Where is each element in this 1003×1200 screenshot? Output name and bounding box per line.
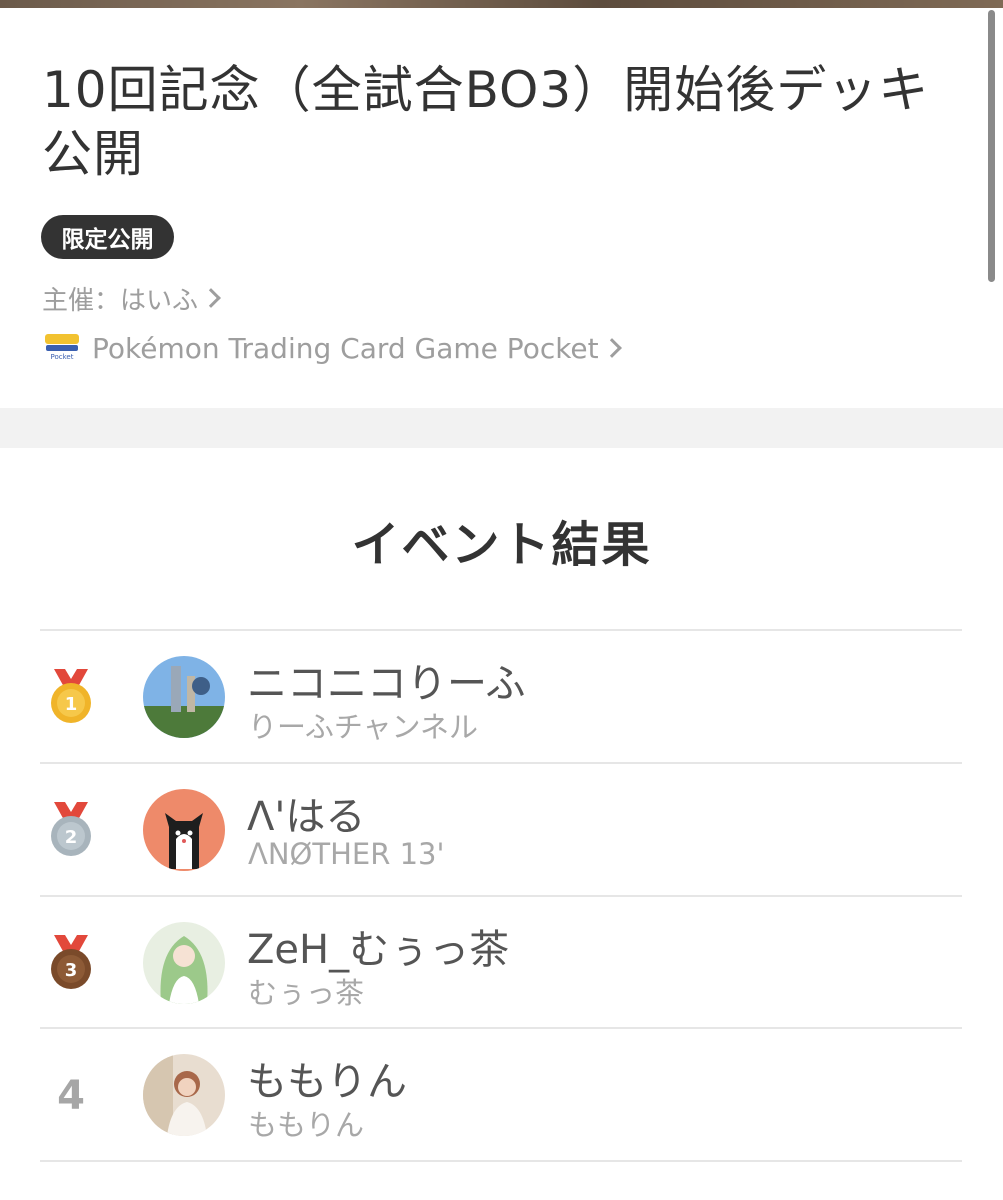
player-name: ZeH_むぅっ茶: [247, 927, 510, 973]
game-logo-icon: Pocket: [42, 328, 82, 368]
organizer-link[interactable]: 主催：はいふ: [42, 280, 222, 316]
avatar[interactable]: [143, 789, 225, 871]
avatar[interactable]: [143, 1054, 225, 1136]
chevron-right-icon: [601, 338, 622, 358]
player-team: りーふチャンネル: [248, 710, 478, 744]
header-image-strip: [0, 0, 1003, 8]
game-link[interactable]: Pocket Pokémon Trading Card Game Pocket: [42, 328, 623, 368]
silver-medal-icon: 2: [51, 802, 91, 856]
results-heading: イベント結果: [351, 517, 652, 573]
avatar[interactable]: [143, 656, 225, 738]
player-team: むぅっ茶: [248, 976, 365, 1010]
player-team: ももりん: [248, 1108, 365, 1142]
rank-number: 4: [57, 1073, 85, 1119]
result-row[interactable]: 4 ももりん ももりん: [40, 1029, 962, 1161]
organizer-label: 主催：はいふ: [42, 285, 199, 316]
result-row[interactable]: 2 Λ'はる ΛNØTHER 13': [40, 764, 962, 896]
row-divider: [40, 1160, 962, 1162]
svg-text:1: 1: [65, 694, 78, 715]
scrollbar[interactable]: [988, 10, 995, 282]
game-label: Pokémon Trading Card Game Pocket: [92, 331, 599, 365]
result-row[interactable]: 1 ニコニコりーふ りーふチャンネル: [40, 631, 962, 763]
player-name: ニコニコりーふ: [247, 661, 526, 707]
player-team: ΛNØTHER 13': [248, 837, 445, 871]
player-name: ももりん: [247, 1059, 407, 1105]
gold-medal-icon: 1: [51, 669, 91, 723]
event-page: 10回記念（全試合BO3）開始後デッキ公開 限定公開 主催：はいふ Pocket…: [0, 0, 1003, 1200]
svg-text:2: 2: [65, 827, 78, 848]
player-name: Λ'はる: [247, 794, 366, 840]
event-title: 10回記念（全試合BO3）開始後デッキ公開: [42, 61, 930, 183]
bronze-medal-icon: 3: [51, 935, 91, 989]
chevron-right-icon: [201, 288, 221, 308]
section-divider: [0, 408, 1003, 448]
result-row[interactable]: 3 ZeH_むぅっ茶 むぅっ茶: [40, 897, 962, 1029]
visibility-badge: 限定公開: [41, 215, 174, 259]
avatar[interactable]: [143, 922, 225, 1004]
svg-text:3: 3: [65, 960, 78, 981]
